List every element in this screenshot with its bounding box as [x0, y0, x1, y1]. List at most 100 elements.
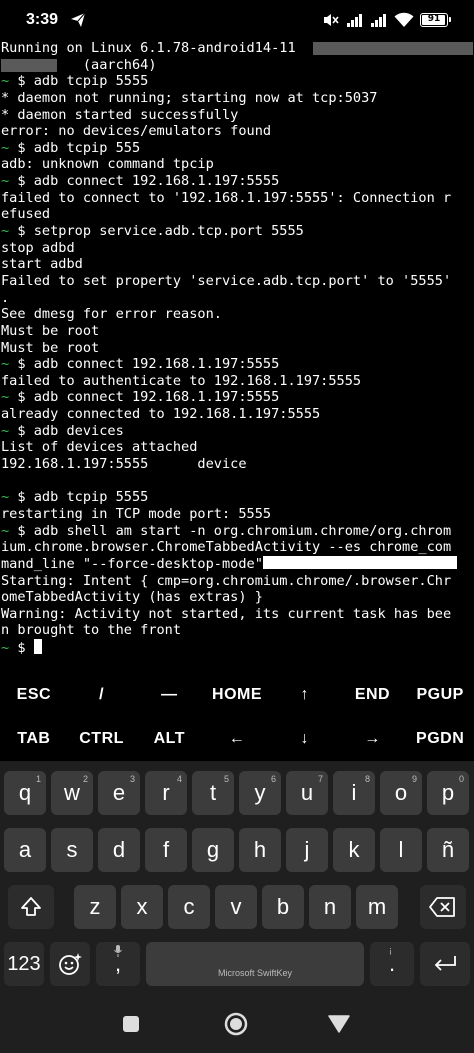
terminal-line-text: mand_line "--force-desktop-mode" [1, 555, 263, 572]
back-icon [328, 1015, 350, 1033]
emoji-icon [59, 953, 82, 975]
key-label: w [64, 780, 80, 805]
terminal-line-text: Warning: Activity not started, its curre… [1, 605, 452, 622]
status-bar: 3:39 91 [0, 0, 474, 40]
letter-key[interactable]: a [4, 828, 46, 872]
letter-key[interactable]: r4 [145, 771, 187, 815]
letter-key[interactable]: x [121, 885, 163, 929]
enter-icon [434, 956, 456, 971]
extra-key[interactable]: PGUP [406, 673, 474, 717]
back-button[interactable] [326, 1011, 352, 1037]
prompt-tilde: ~ [1, 139, 10, 156]
letter-key[interactable]: n [309, 885, 351, 929]
letter-key[interactable]: m [356, 885, 398, 929]
terminal-output-line: Failed to set property 'service.adb.tcp.… [1, 273, 474, 290]
letter-key[interactable]: l [380, 828, 422, 872]
letter-key[interactable]: u7 [286, 771, 328, 815]
emoji-key[interactable] [50, 942, 90, 986]
backspace-key[interactable] [420, 885, 466, 929]
terminal-line-text: stop adbd [1, 239, 75, 256]
terminal-output-line: . [1, 290, 474, 307]
terminal-output[interactable]: Running on Linux 6.1.78-android14-11 (aa… [0, 40, 474, 670]
key-label: h [253, 837, 267, 862]
terminal-output-line: List of devices attached [1, 439, 474, 456]
exclamation-hint: ¡ [389, 945, 392, 955]
key-label: c [183, 894, 195, 919]
key-label: q [18, 780, 32, 805]
terminal-line-text: n brought to the front [1, 622, 182, 639]
extra-key[interactable]: HOME [203, 673, 271, 717]
terminal-output-line: failed to connect to '192.168.1.197:5555… [1, 190, 474, 207]
terminal-line-text: * daemon not running; starting now at tc… [1, 89, 378, 106]
shift-key[interactable] [8, 885, 54, 929]
letter-key[interactable]: k [333, 828, 375, 872]
key-label: g [206, 837, 220, 862]
extra-key[interactable]: ↑ [271, 673, 339, 717]
terminal-output-line: Must be root [1, 340, 474, 357]
letter-key[interactable]: v [215, 885, 257, 929]
letter-key[interactable]: d [98, 828, 140, 872]
terminal-line-text: Starting: Intent { cmp=org.chromium.chro… [1, 572, 452, 589]
period-key[interactable]: . ¡ [370, 942, 414, 986]
extra-key[interactable]: ↓ [271, 717, 339, 761]
letter-key[interactable]: i8 [333, 771, 375, 815]
extra-key[interactable]: ALT [135, 717, 203, 761]
terminal-command-line: ~ $ adb shell am start -n org.chromium.c… [1, 523, 474, 540]
terminal-line-text: $ adb shell am start -n org.chromium.chr… [9, 522, 452, 539]
letter-key[interactable]: p0 [427, 771, 469, 815]
terminal-line-text: $ adb tcpip 5555 [9, 73, 149, 90]
letter-key[interactable]: q1 [4, 771, 46, 815]
extra-key[interactable]: / [68, 673, 136, 717]
prompt-tilde: ~ [1, 640, 10, 656]
letter-key[interactable]: e3 [98, 771, 140, 815]
recents-button[interactable] [118, 1011, 144, 1037]
terminal-line-text: . [1, 289, 10, 306]
key-number-hint: 4 [176, 774, 182, 784]
key-label: u [300, 780, 314, 805]
letter-key[interactable]: o9 [380, 771, 422, 815]
space-bar[interactable]: Microsoft SwiftKey [146, 942, 364, 986]
terminal-line-text: $ setprop service.adb.tcp.port 5555 [9, 223, 304, 240]
keyboard-row: 123 , Microsoft SwiftKey . ¡ [0, 942, 474, 986]
terminal-output-line: n brought to the front [1, 622, 474, 639]
letter-key[interactable]: f [145, 828, 187, 872]
terminal-line-text: List of devices attached [1, 439, 198, 456]
comma-key[interactable]: , [96, 942, 140, 986]
terminal-output-line: * daemon started successfully [1, 107, 474, 124]
letter-key[interactable]: z [74, 885, 116, 929]
extra-key[interactable]: PGDN [406, 717, 474, 761]
terminal-line-text: See dmesg for error reason. [1, 306, 222, 323]
letter-key[interactable]: g [192, 828, 234, 872]
key-label: b [276, 894, 290, 919]
signal-icon [371, 14, 386, 27]
letter-key[interactable]: c [168, 885, 210, 929]
terminal-output-line: Starting: Intent { cmp=org.chromium.chro… [1, 573, 474, 590]
extra-key[interactable]: — [135, 673, 203, 717]
letter-key[interactable]: ñ [427, 828, 469, 872]
extra-key[interactable]: ← [203, 717, 271, 761]
terminal-output-line: stop adbd [1, 240, 474, 257]
letter-key[interactable]: j [286, 828, 328, 872]
redacted-block [1, 58, 57, 72]
letter-key[interactable]: y6 [239, 771, 281, 815]
numbers-key[interactable]: 123 [4, 942, 44, 986]
extra-key[interactable]: CTRL [68, 717, 136, 761]
letter-key[interactable]: t5 [192, 771, 234, 815]
enter-key[interactable] [420, 942, 470, 986]
terminal-line-text: * daemon started successfully [1, 106, 239, 123]
letter-key[interactable]: s [51, 828, 93, 872]
extra-key[interactable]: TAB [0, 717, 68, 761]
extra-key[interactable]: → [339, 717, 407, 761]
letter-key[interactable]: h [239, 828, 281, 872]
terminal-line-text: omeTabbedActivity (has extras) } [1, 589, 263, 606]
letter-key[interactable]: w2 [51, 771, 93, 815]
extra-key[interactable]: END [339, 673, 407, 717]
home-button[interactable] [223, 1011, 249, 1037]
terminal-line-text: Must be root [1, 322, 100, 339]
extra-key[interactable]: ESC [0, 673, 68, 717]
key-label: x [136, 894, 148, 919]
extra-keys-row: ESC / — HOME ↑ END PGUP [0, 673, 474, 717]
terminal-command-line: ~ $ setprop service.adb.tcp.port 5555 [1, 223, 474, 240]
letter-key[interactable]: b [262, 885, 304, 929]
